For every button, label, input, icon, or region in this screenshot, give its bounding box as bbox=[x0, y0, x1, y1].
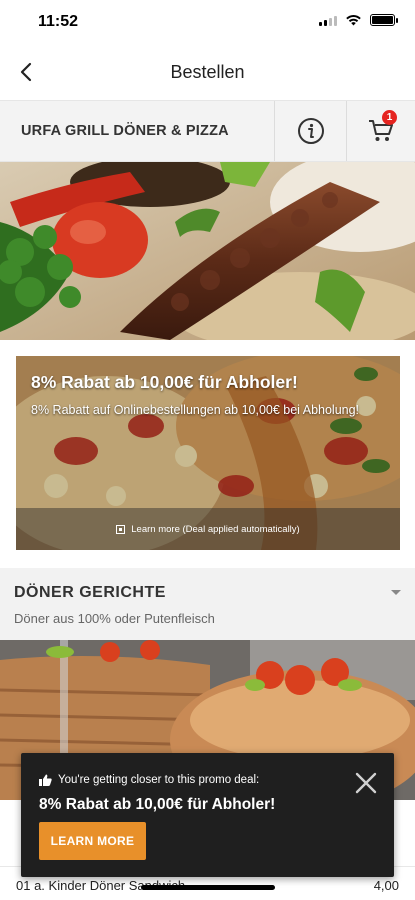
info-icon bbox=[297, 118, 324, 144]
chevron-down-icon bbox=[391, 590, 401, 595]
close-icon bbox=[355, 772, 377, 794]
promo-toast-hint: You're getting closer to this promo deal… bbox=[39, 774, 259, 786]
status-bar: 11:52 bbox=[0, 0, 415, 44]
home-indicator bbox=[141, 885, 275, 890]
wifi-icon bbox=[346, 15, 361, 26]
category-subtitle: Döner aus 100% oder Putenfleisch bbox=[14, 611, 215, 626]
deal-description: 8% Rabatt auf Onlinebestellungen ab 10,0… bbox=[31, 403, 360, 417]
category-title: DÖNER GERICHTE bbox=[14, 584, 166, 601]
deal-title: 8% Rabat ab 10,00€ für Abholer! bbox=[31, 372, 298, 392]
signal-icon bbox=[319, 14, 337, 26]
status-icons bbox=[319, 14, 398, 26]
thumbs-up-icon bbox=[39, 774, 52, 786]
status-time: 11:52 bbox=[38, 13, 79, 30]
deal-learn-more[interactable]: Learn more (Deal applied automatically) bbox=[16, 508, 400, 550]
page-title: Bestellen bbox=[170, 62, 245, 82]
nav-bar: Bestellen bbox=[0, 44, 415, 100]
promo-toast: You're getting closer to this promo deal… bbox=[21, 753, 394, 877]
deal-learn-more-text: Learn more (Deal applied automatically) bbox=[131, 523, 300, 535]
restaurant-hero-image bbox=[0, 162, 415, 340]
battery-icon bbox=[370, 14, 398, 26]
learn-more-button[interactable]: LEARN MORE bbox=[39, 822, 146, 860]
cart-button[interactable]: 1 bbox=[346, 101, 415, 161]
promo-toast-hint-text: You're getting closer to this promo deal… bbox=[58, 774, 260, 786]
promo-toast-title: 8% Rabat ab 10,00€ für Abholer! bbox=[39, 796, 276, 813]
deal-banner[interactable]: 8% Rabat ab 10,00€ für Abholer! 8% Rabat… bbox=[16, 356, 400, 550]
expand-icon bbox=[116, 524, 126, 534]
menu-item-price: 4,00 bbox=[373, 878, 399, 893]
restaurant-name: URFA GRILL DÖNER & PIZZA bbox=[21, 123, 229, 139]
restaurant-bar: URFA GRILL DÖNER & PIZZA 1 bbox=[0, 100, 415, 162]
info-button[interactable] bbox=[274, 101, 346, 161]
close-button[interactable] bbox=[353, 770, 379, 796]
cart-count-badge: 1 bbox=[382, 110, 397, 125]
category-header[interactable]: DÖNER GERICHTE Döner aus 100% oder Puten… bbox=[0, 568, 415, 640]
